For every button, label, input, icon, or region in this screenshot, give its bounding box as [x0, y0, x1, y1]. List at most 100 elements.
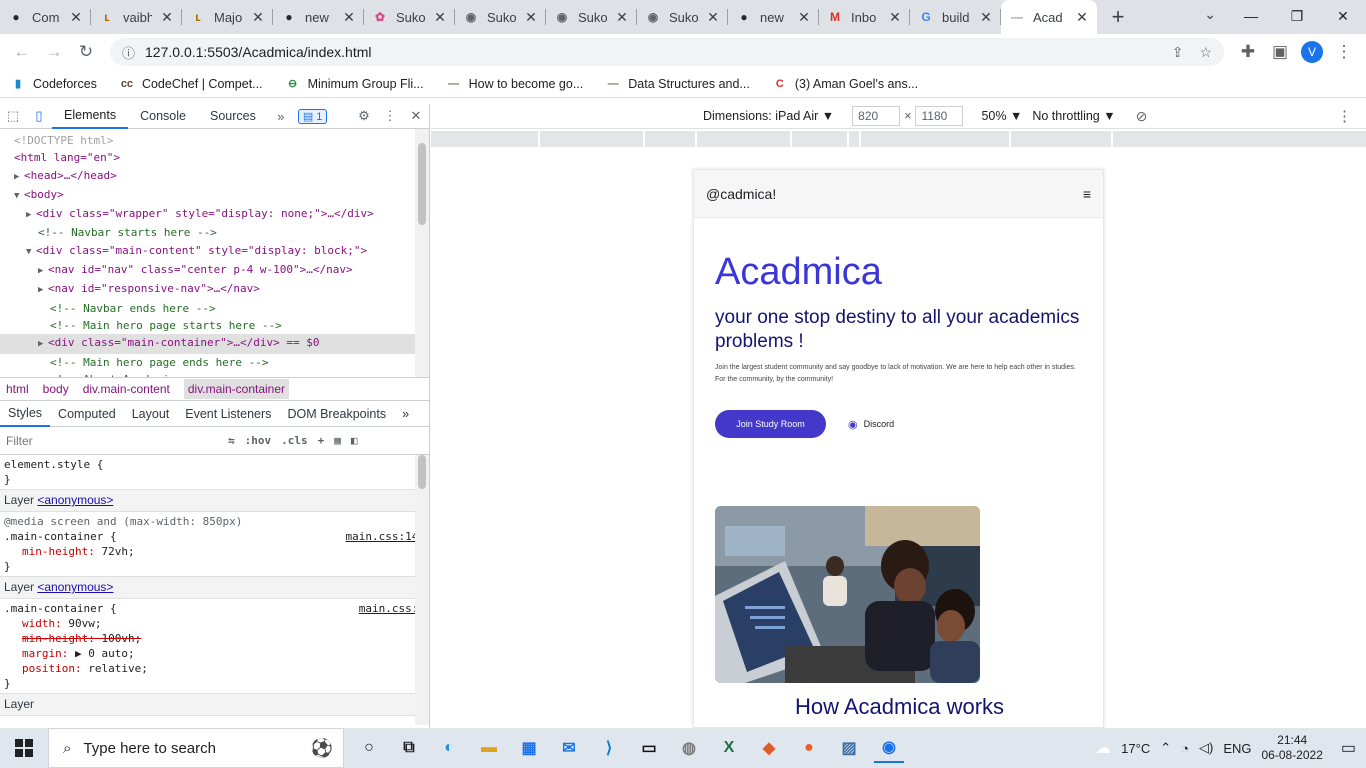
task-view-icon[interactable]: ⧉ — [394, 733, 424, 763]
styles-subtab[interactable]: Computed — [50, 401, 124, 427]
taskbar-search[interactable]: ⌕ Type here to search ⚽ — [48, 728, 344, 768]
css-value[interactable]: 100vh; — [101, 632, 141, 645]
dom-node[interactable]: ▶ <div class="wrapper" style="display: no… — [0, 205, 429, 224]
settings-gear-icon[interactable]: ⚙ — [351, 108, 377, 124]
css-value[interactable]: ▶ 0 auto; — [75, 647, 135, 660]
layer-link[interactable]: <anonymous> — [37, 580, 113, 594]
git-icon[interactable]: ◆ — [754, 733, 784, 763]
media-query-bar[interactable] — [431, 131, 1366, 147]
dom-node[interactable]: <!-- Main hero page starts here --> — [0, 317, 429, 334]
css-property[interactable]: width — [22, 617, 55, 630]
collapse-triangle-icon[interactable]: ▼ — [26, 244, 36, 261]
notifications-icon[interactable]: ▭ — [1341, 738, 1356, 758]
dom-node[interactable]: <!-- Main hero page ends here --> — [0, 354, 429, 371]
tab-sources[interactable]: Sources — [198, 104, 268, 129]
throttling-select[interactable]: No throttling ▼ — [1032, 109, 1115, 123]
chrome-icon[interactable]: ◉ — [874, 733, 904, 763]
devtools-menu-icon[interactable]: ⋮ — [377, 108, 403, 124]
back-button[interactable]: ← — [8, 38, 36, 66]
layer-link[interactable]: <anonymous> — [37, 493, 113, 507]
bookmark-item[interactable]: — How to become go... — [446, 77, 583, 91]
cortana-icon[interactable]: ○ — [354, 733, 384, 763]
dom-scrollbar[interactable] — [415, 129, 429, 377]
volume-icon[interactable]: ◁) — [1199, 740, 1213, 756]
viewport-height-input[interactable]: 1180 — [915, 106, 964, 126]
close-tab-icon[interactable]: ✕ — [524, 9, 538, 26]
close-tab-icon[interactable]: ✕ — [433, 9, 447, 26]
store-icon[interactable]: ▦ — [514, 733, 544, 763]
rotate-icon[interactable]: ⊘ — [1136, 108, 1148, 125]
file-explorer-icon[interactable]: ▬ — [474, 733, 504, 763]
browser-tab[interactable]: ✿ Suko ✕ — [364, 0, 455, 34]
extensions-icon[interactable]: ✚ — [1234, 38, 1262, 66]
filter-toggle-icon[interactable]: ⇋ — [228, 434, 235, 447]
tab-search-icon[interactable]: ⌄ — [1204, 6, 1216, 23]
device-select[interactable]: Dimensions: iPad Air ▼ — [703, 109, 834, 123]
expand-triangle-icon[interactable]: ▶ — [14, 169, 24, 186]
styles-filter-input[interactable] — [6, 433, 218, 448]
network-icon[interactable]: ◔ — [1181, 741, 1189, 756]
language-indicator[interactable]: ENG — [1223, 741, 1251, 756]
expand-triangle-icon[interactable]: ▶ — [38, 336, 48, 353]
css-rule-main[interactable]: .main-container {main.css:1 width: 90vw;… — [0, 599, 429, 694]
css-declaration[interactable]: margin: ▶ 0 auto; — [4, 646, 425, 661]
more-tabs-icon[interactable]: » — [268, 109, 294, 124]
dom-node[interactable]: ▶ <div class="main-container">…</div> == … — [0, 334, 429, 354]
styles-subtab[interactable]: Layout — [124, 401, 178, 427]
inspect-element-icon[interactable]: ⬚ — [0, 108, 26, 124]
side-panel-icon[interactable]: ▣ — [1266, 38, 1294, 66]
breadcrumb-item[interactable]: body — [43, 382, 69, 396]
cls-toggle[interactable]: .cls — [281, 434, 308, 447]
dom-node[interactable]: ▶ <nav id="nav" class="center p-4 w-100">… — [0, 261, 429, 280]
new-tab-button[interactable]: + — [1103, 0, 1133, 34]
close-tab-icon[interactable]: ✕ — [706, 9, 720, 26]
restore-button[interactable]: ❐ — [1274, 0, 1320, 32]
dom-node[interactable]: ▼ <body> — [0, 186, 429, 205]
reload-button[interactable]: ↻ — [72, 38, 100, 66]
css-declaration[interactable]: position: relative; — [4, 661, 425, 676]
expand-triangle-icon[interactable]: ▶ — [38, 263, 48, 280]
start-button[interactable] — [0, 728, 48, 768]
css-value[interactable]: relative; — [88, 662, 148, 675]
browser-tab[interactable]: — Acad ✕ — [1001, 0, 1097, 34]
bookmark-item[interactable]: cc CodeChef | Compet... — [119, 77, 263, 91]
site-info-icon[interactable]: ⓘ — [122, 43, 135, 62]
clock[interactable]: 21:44 06-08-2022 — [1261, 733, 1322, 763]
discord-link[interactable]: ◉ Discord — [848, 418, 894, 431]
browser-tab[interactable]: ● Com ✕ — [0, 0, 91, 34]
css-property[interactable]: margin — [22, 647, 62, 660]
device-toggle-icon[interactable]: ▯ — [26, 108, 52, 124]
tab-console[interactable]: Console — [128, 104, 198, 129]
browser-tab[interactable]: ◉ Suko ✕ — [637, 0, 728, 34]
hov-toggle[interactable]: :hov — [245, 434, 272, 447]
minimize-button[interactable]: — — [1228, 0, 1274, 32]
dom-node[interactable]: <!-- Navbar ends here --> — [0, 300, 429, 317]
issues-badge[interactable]: ▤ 1 — [297, 108, 328, 124]
viewport-width-input[interactable]: 820 — [852, 106, 901, 126]
edge-icon[interactable]: ◐ — [434, 733, 464, 763]
breadcrumb-item[interactable]: div.main-container — [183, 379, 290, 399]
share-icon[interactable]: ⇪ — [1172, 44, 1184, 61]
styles-subtab[interactable]: Styles — [0, 401, 51, 427]
new-rule-icon[interactable]: + — [318, 434, 325, 447]
show-hidden-icons-icon[interactable]: ⌃ — [1160, 740, 1171, 756]
postman-icon[interactable]: ● — [794, 733, 824, 763]
terminal-icon[interactable]: ▭ — [634, 733, 664, 763]
dom-node[interactable]: <!-- About Academica --> — [0, 371, 429, 377]
css-value[interactable]: 90vw; — [68, 617, 101, 630]
dom-node[interactable]: ▼ <div class="main-content" style="displa… — [0, 242, 429, 261]
css-declaration[interactable]: width: 90vw; — [4, 616, 425, 631]
dom-tree[interactable]: <!DOCTYPE html> <html lang="en"> ▶ <head>…<… — [0, 129, 429, 377]
close-tab-icon[interactable]: ✕ — [888, 9, 902, 26]
css-property[interactable]: min-height — [22, 632, 88, 645]
bookmark-item[interactable]: ⊖ Minimum Group Fli... — [285, 77, 424, 91]
expand-triangle-icon[interactable]: ▶ — [38, 282, 48, 299]
close-tab-icon[interactable]: ✕ — [1075, 9, 1089, 26]
styles-scrollbar[interactable] — [415, 455, 429, 725]
dom-node[interactable]: ▶ <head>…</head> — [0, 167, 429, 186]
close-tab-icon[interactable]: ✕ — [342, 9, 356, 26]
breadcrumb-item[interactable]: div.main-content — [83, 382, 170, 396]
css-declaration[interactable]: min-height: 100vh; — [4, 631, 425, 646]
device-toolbar-menu-icon[interactable]: ⋮ — [1337, 107, 1352, 125]
css-property[interactable]: min-height — [22, 545, 88, 558]
